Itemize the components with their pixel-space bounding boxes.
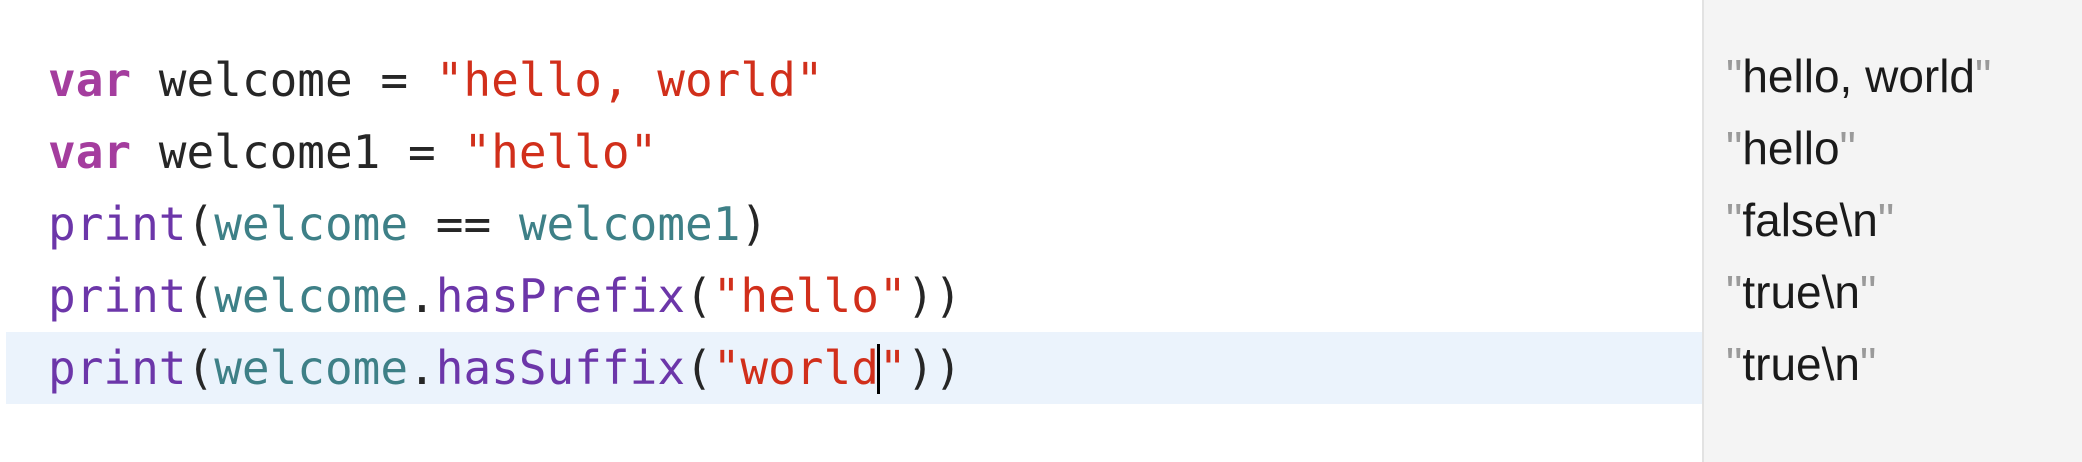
quote-mark: " xyxy=(1839,122,1856,174)
quote-mark: " xyxy=(1975,50,1992,102)
paren: ( xyxy=(685,341,713,395)
result-value: false\n xyxy=(1742,194,1878,246)
code-line-3[interactable]: print(welcome == welcome1) xyxy=(0,188,1702,260)
quote-mark: " xyxy=(1726,50,1743,102)
paren: )) xyxy=(906,269,962,323)
result-line-1[interactable]: "hello, world" xyxy=(1726,40,1991,112)
code-editor[interactable]: var welcome = "hello, world" var welcome… xyxy=(0,0,1702,462)
method-name: hasSuffix xyxy=(435,341,686,395)
code-text: welcome = xyxy=(131,53,436,107)
quote-mark: " xyxy=(1726,338,1743,390)
variable-ref: welcome1 xyxy=(518,197,741,251)
paren: ( xyxy=(186,197,215,251)
paren: ( xyxy=(186,269,215,323)
operator: == xyxy=(408,197,519,251)
dot: . xyxy=(408,341,436,395)
string-literal: "hello" xyxy=(712,269,907,323)
dot: . xyxy=(408,269,436,323)
code-text: welcome1 = xyxy=(131,125,464,179)
quote-mark: " xyxy=(1726,194,1743,246)
paren: ( xyxy=(186,341,215,395)
quote-mark: " xyxy=(1726,266,1743,318)
keyword: var xyxy=(48,125,132,179)
quote-mark: " xyxy=(1859,338,1877,390)
quote-mark: " xyxy=(1859,266,1877,318)
function-name: print xyxy=(48,341,187,395)
variable-ref: welcome xyxy=(214,341,409,395)
result-value: hello, world xyxy=(1742,50,1976,102)
code-line-5-current[interactable]: print(welcome.hasSuffix("world")) xyxy=(6,332,1702,404)
result-line-3[interactable]: "false\n" xyxy=(1726,184,1894,256)
playground-window: var welcome = "hello, world" var welcome… xyxy=(0,0,2082,462)
function-name: print xyxy=(48,197,187,251)
result-line-5[interactable]: "true\n" xyxy=(1726,328,1876,400)
code-line-4[interactable]: print(welcome.hasPrefix("hello")) xyxy=(0,260,1702,332)
result-value: true\n xyxy=(1742,266,1860,318)
result-line-2[interactable]: "hello" xyxy=(1726,112,1856,184)
quote-mark: " xyxy=(1877,194,1895,246)
string-literal: "hello, world" xyxy=(435,53,824,107)
function-name: print xyxy=(48,269,187,323)
string-literal: " xyxy=(878,341,907,395)
result-value: true\n xyxy=(1742,338,1860,390)
method-name: hasPrefix xyxy=(435,269,686,323)
result-value: hello xyxy=(1742,122,1840,174)
variable-ref: welcome xyxy=(214,197,409,251)
results-sidebar: "hello, world" "hello" "false\n" "true\n… xyxy=(1702,0,2082,462)
code-line-1[interactable]: var welcome = "hello, world" xyxy=(0,44,1702,116)
paren: ( xyxy=(685,269,713,323)
paren: ) xyxy=(740,197,769,251)
result-line-4[interactable]: "true\n" xyxy=(1726,256,1876,328)
keyword: var xyxy=(48,53,132,107)
string-literal: "hello" xyxy=(463,125,658,179)
quote-mark: " xyxy=(1726,122,1743,174)
code-line-2[interactable]: var welcome1 = "hello" xyxy=(0,116,1702,188)
paren: )) xyxy=(906,341,962,395)
string-literal: "world xyxy=(712,341,879,395)
variable-ref: welcome xyxy=(214,269,409,323)
